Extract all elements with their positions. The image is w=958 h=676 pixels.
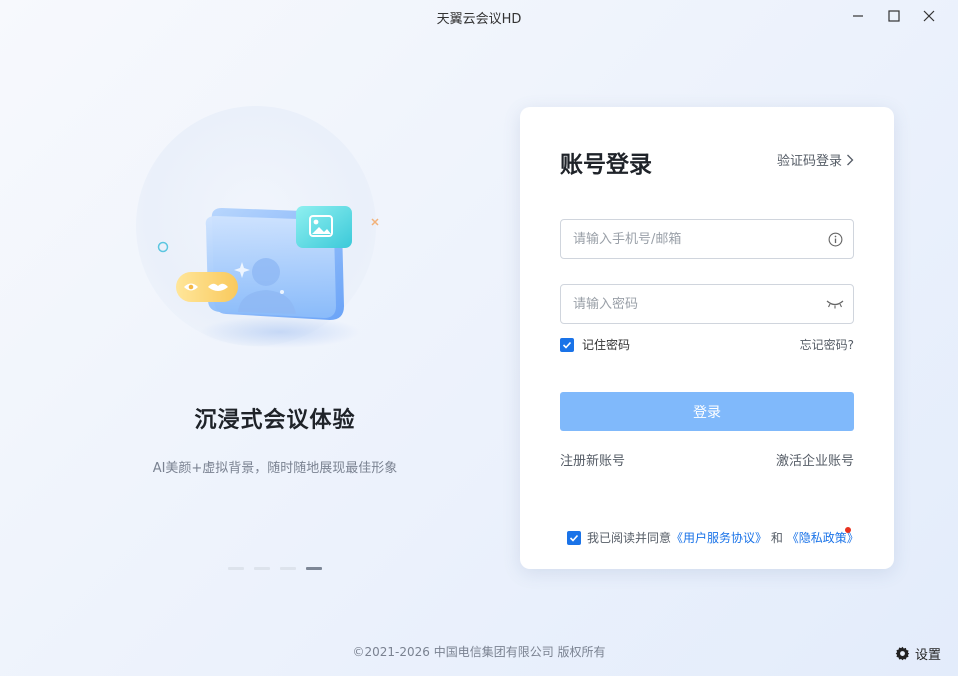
settings-button[interactable]: 设置 bbox=[895, 644, 941, 663]
slogan-title: 沉浸式会议体验 bbox=[194, 408, 356, 433]
code-login-label: 验证码登录 bbox=[776, 154, 842, 169]
code-login-link[interactable]: 验证码登录 bbox=[777, 150, 854, 169]
password-input[interactable] bbox=[561, 285, 817, 323]
toggle-password-visibility[interactable] bbox=[817, 285, 853, 323]
app-title: 天翼云会议HD bbox=[436, 12, 522, 27]
carousel-indicator bbox=[228, 567, 322, 570]
login-card: 账号登录 验证码登录 记住密码 忘记密码 bbox=[520, 107, 894, 569]
login-button[interactable]: 登录 bbox=[560, 392, 854, 431]
minimize-button[interactable] bbox=[848, 6, 868, 26]
copyright: ©2021-2026 中国电信集团有限公司 版权所有 bbox=[352, 645, 606, 659]
privacy-policy-link[interactable]: 《隐私政策》 bbox=[787, 531, 859, 545]
remember-password-checkbox[interactable] bbox=[560, 337, 574, 352]
minimize-icon bbox=[853, 15, 863, 17]
title-bar: 天翼云会议HD bbox=[0, 0, 958, 32]
check-icon bbox=[569, 534, 579, 542]
maximize-button[interactable] bbox=[884, 6, 904, 26]
terms-of-service-link[interactable]: 《用户服务协议》 bbox=[671, 531, 767, 545]
carousel-dot-3[interactable] bbox=[280, 567, 296, 570]
carousel-dot-2[interactable] bbox=[254, 567, 270, 570]
activate-enterprise-link[interactable]: 激活企业账号 bbox=[776, 450, 854, 469]
video-window-illustration bbox=[157, 206, 379, 348]
phone-email-field-box bbox=[560, 219, 854, 259]
check-icon bbox=[562, 341, 572, 349]
agreement-notice-dot bbox=[845, 527, 851, 533]
close-icon bbox=[923, 10, 935, 22]
password-field-box bbox=[560, 284, 854, 324]
close-button[interactable] bbox=[919, 6, 939, 26]
settings-label: 设置 bbox=[915, 648, 942, 663]
info-button[interactable] bbox=[817, 220, 853, 258]
info-icon bbox=[828, 232, 842, 246]
phone-email-input[interactable] bbox=[561, 220, 817, 258]
carousel-dot-4[interactable] bbox=[306, 567, 322, 570]
agreement-prefix: 我已阅读并同意 bbox=[587, 531, 672, 545]
remember-password[interactable]: 记住密码 bbox=[560, 336, 630, 353]
agreement-checkbox[interactable] bbox=[567, 530, 581, 545]
eye-closed-icon bbox=[826, 300, 844, 309]
carousel-dot-1[interactable] bbox=[228, 567, 244, 570]
agreement-and: 和 bbox=[770, 531, 783, 545]
slogan-subtitle: AI美颜+虚拟背景，随时随地展现最佳形象 bbox=[152, 461, 398, 476]
login-title: 账号登录 bbox=[560, 152, 652, 178]
agreement-row: 我已阅读并同意《用户服务协议》 和 《隐私政策》 bbox=[567, 529, 859, 546]
gear-icon bbox=[895, 646, 910, 661]
promo-illustration bbox=[130, 100, 390, 360]
remember-password-label: 记住密码 bbox=[582, 338, 631, 352]
forgot-password-link[interactable]: 忘记密码? bbox=[800, 336, 854, 353]
chevron-right-icon bbox=[847, 154, 854, 165]
register-link[interactable]: 注册新账号 bbox=[560, 450, 625, 469]
maximize-icon bbox=[888, 10, 900, 22]
